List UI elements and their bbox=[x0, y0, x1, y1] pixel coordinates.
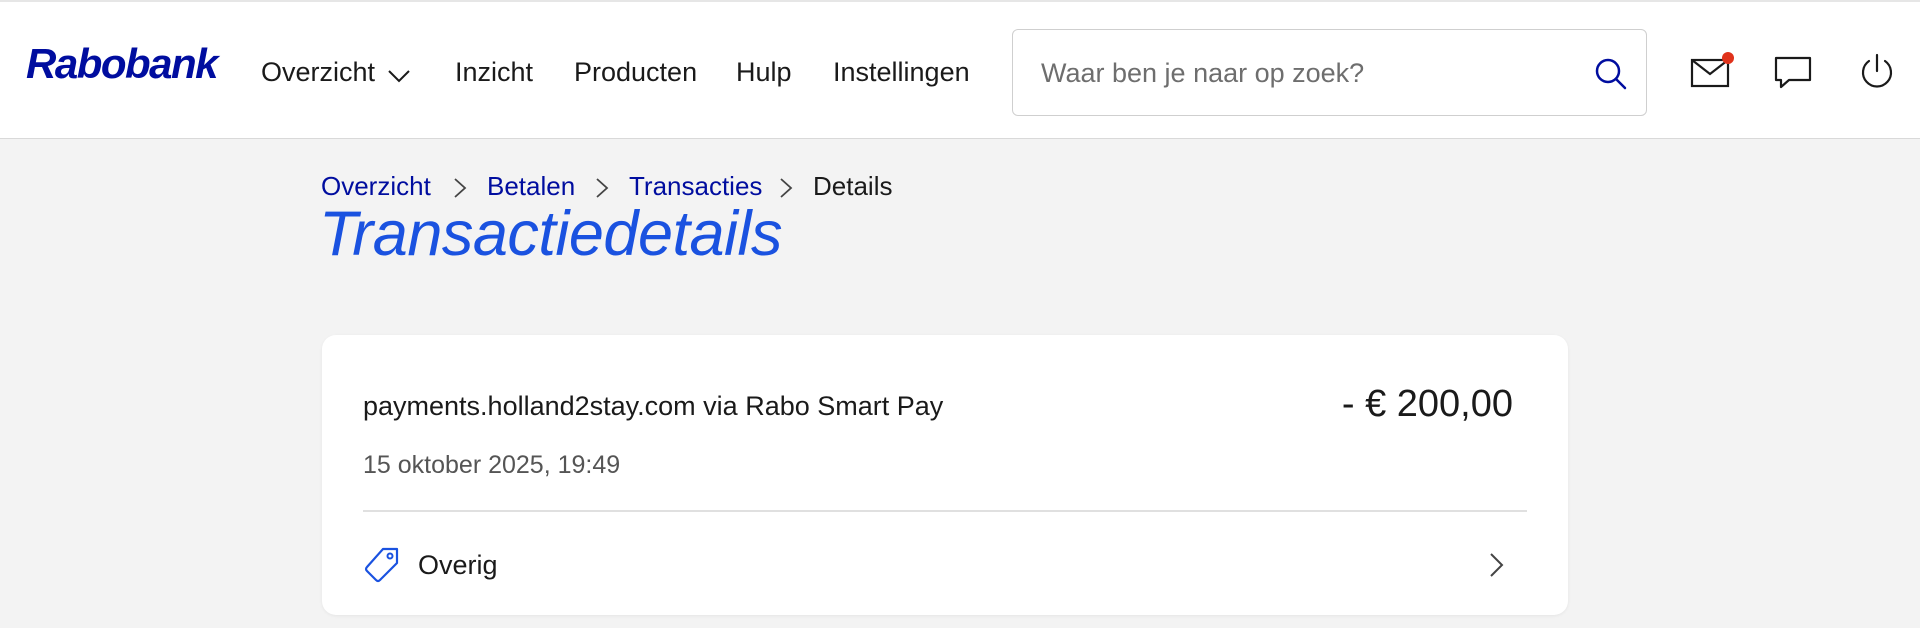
transaction-datetime: 15 oktober 2025, 19:49 bbox=[363, 451, 621, 479]
chevron-right-icon bbox=[1487, 551, 1507, 579]
search-input[interactable] bbox=[1041, 50, 1561, 96]
category-label: Overig bbox=[418, 550, 498, 580]
nav-item-overzicht[interactable]: Overzicht bbox=[261, 52, 411, 94]
chevron-down-icon bbox=[387, 54, 411, 94]
divider bbox=[363, 510, 1527, 512]
power-icon[interactable] bbox=[1857, 52, 1897, 92]
notification-badge bbox=[1722, 52, 1734, 64]
transaction-amount: - € 200,00 bbox=[1341, 383, 1513, 425]
nav-item-label: Overzicht bbox=[261, 57, 376, 87]
category-row[interactable]: Overig bbox=[363, 538, 1527, 594]
merchant-name: payments.holland2stay.com via Rabo Smart… bbox=[363, 391, 944, 421]
search-icon[interactable] bbox=[1594, 57, 1628, 91]
top-header: Rabobank Overzicht Inzicht Producten Hul… bbox=[0, 2, 1920, 139]
nav-item-inzicht[interactable]: Inzicht bbox=[455, 52, 533, 92]
chat-icon[interactable] bbox=[1773, 52, 1813, 92]
nav-item-instellingen[interactable]: Instellingen bbox=[833, 52, 970, 92]
search-box bbox=[1012, 29, 1647, 116]
rabobank-logo[interactable]: Rabobank bbox=[26, 40, 219, 88]
nav-item-hulp[interactable]: Hulp bbox=[736, 52, 792, 92]
transaction-card: payments.holland2stay.com via Rabo Smart… bbox=[322, 335, 1568, 615]
breadcrumb-details: Details bbox=[813, 171, 893, 201]
mail-icon[interactable] bbox=[1690, 52, 1734, 92]
nav-item-producten[interactable]: Producten bbox=[574, 52, 697, 92]
tag-icon bbox=[363, 546, 401, 584]
page-title: Transactiedetails bbox=[319, 199, 783, 269]
